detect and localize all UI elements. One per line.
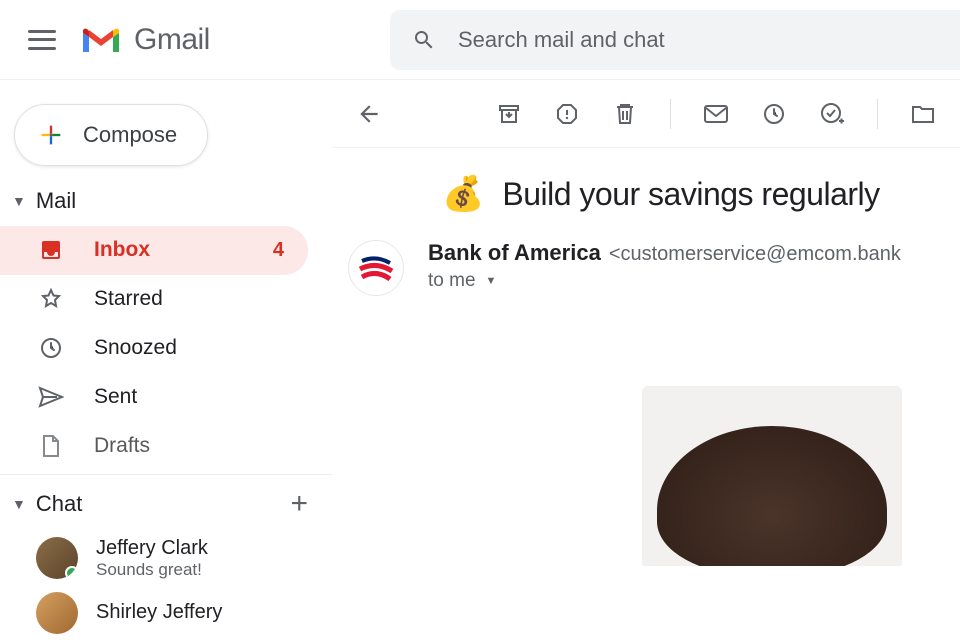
chat-name: Jeffery Clark	[96, 537, 208, 560]
sender-email: <customerservice@emcom.bank	[609, 243, 901, 266]
send-icon	[38, 386, 64, 408]
plus-icon	[37, 121, 65, 149]
archive-button[interactable]	[496, 101, 522, 127]
app-name: Gmail	[134, 23, 210, 57]
move-button[interactable]	[910, 101, 936, 127]
inbox-label: Inbox	[94, 238, 243, 262]
mark-unread-button[interactable]	[703, 101, 729, 127]
chat-item[interactable]: Jeffery Clark Sounds great!	[0, 531, 332, 586]
mail-section-label: Mail	[36, 188, 76, 214]
add-task-button[interactable]	[819, 101, 845, 127]
chat-section-label: Chat	[36, 491, 281, 517]
avatar	[36, 592, 78, 634]
money-bag-icon: 💰	[442, 174, 484, 214]
sidebar-item-snoozed[interactable]: Snoozed	[0, 324, 308, 373]
email-body-image	[642, 386, 902, 566]
delete-button[interactable]	[612, 101, 638, 127]
message-toolbar	[332, 80, 960, 148]
sidebar-item-inbox[interactable]: Inbox 4	[0, 226, 308, 275]
back-button[interactable]	[356, 101, 382, 127]
chevron-down-icon: ▼	[486, 275, 497, 287]
snooze-button[interactable]	[761, 101, 787, 127]
toolbar-separator	[670, 99, 671, 129]
chevron-down-icon: ▼	[12, 193, 26, 209]
mail-section-header[interactable]: ▼ Mail	[0, 188, 332, 226]
clock-icon	[38, 336, 64, 360]
sender-row: Bank of America <customerservice@emcom.b…	[332, 240, 960, 296]
recipient-label: to me	[428, 270, 476, 292]
app-header: Gmail Search mail and chat	[0, 0, 960, 80]
email-subject: Build your savings regularly	[502, 176, 879, 213]
sidebar: Compose ▼ Mail Inbox 4 Starred Snoozed	[0, 80, 332, 640]
sent-label: Sent	[94, 385, 308, 409]
sidebar-item-drafts[interactable]: Drafts	[0, 421, 308, 470]
star-icon	[38, 287, 64, 311]
toolbar-separator	[877, 99, 878, 129]
spam-button[interactable]	[554, 101, 580, 127]
snoozed-label: Snoozed	[94, 336, 308, 360]
sidebar-item-starred[interactable]: Starred	[0, 275, 308, 324]
search-icon	[412, 28, 436, 52]
new-chat-button[interactable]: +	[290, 487, 308, 521]
search-placeholder: Search mail and chat	[458, 27, 665, 53]
sidebar-item-sent[interactable]: Sent	[0, 372, 308, 421]
chat-item[interactable]: Shirley Jeffery	[0, 586, 332, 640]
compose-label: Compose	[83, 122, 177, 148]
menu-icon[interactable]	[28, 30, 56, 50]
chat-preview: Sounds great!	[96, 560, 208, 580]
chat-name: Shirley Jeffery	[96, 601, 222, 624]
starred-label: Starred	[94, 287, 308, 311]
header-left: Gmail	[0, 23, 390, 57]
inbox-icon	[38, 238, 64, 262]
chevron-down-icon: ▼	[12, 496, 26, 512]
chat-section-header[interactable]: ▼ Chat +	[0, 485, 332, 531]
compose-button[interactable]: Compose	[14, 104, 208, 166]
drafts-label: Drafts	[94, 434, 308, 458]
presence-dot	[65, 566, 78, 579]
sender-avatar[interactable]	[348, 240, 404, 296]
search-bar[interactable]: Search mail and chat	[390, 10, 960, 70]
chat-section: ▼ Chat + Jeffery Clark Sounds great! Shi…	[0, 474, 332, 640]
gmail-logo[interactable]: Gmail	[80, 23, 210, 57]
inbox-count: 4	[273, 239, 308, 262]
avatar	[36, 537, 78, 579]
message-pane: 💰 Build your savings regularly Bank of A…	[332, 80, 960, 640]
bofa-icon	[358, 253, 394, 283]
recipient-dropdown[interactable]: to me ▼	[428, 270, 901, 292]
file-icon	[38, 434, 64, 458]
email-subject-row: 💰 Build your savings regularly	[332, 148, 960, 240]
sender-name: Bank of America	[428, 240, 601, 266]
gmail-m-icon	[80, 24, 122, 56]
